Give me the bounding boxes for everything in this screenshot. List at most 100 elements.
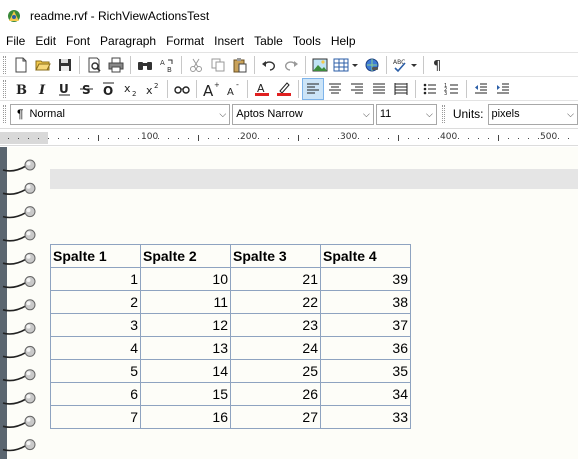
align-left-icon[interactable] xyxy=(302,77,324,100)
font-name-combo[interactable]: Aptos Narrow ⌵ xyxy=(232,103,374,125)
table-cell[interactable]: 12 xyxy=(140,313,231,337)
menu-file[interactable]: File xyxy=(0,31,30,51)
table-cell[interactable]: 14 xyxy=(140,359,231,383)
table-cell[interactable]: 33 xyxy=(320,405,411,429)
chevron-down-icon[interactable]: ⌵ xyxy=(567,109,574,120)
menu-table[interactable]: Table xyxy=(249,31,288,51)
table-cell[interactable]: 27 xyxy=(230,405,321,429)
decrease-indent-icon[interactable] xyxy=(470,78,492,100)
table-cell[interactable]: 3 xyxy=(50,313,141,337)
increase-indent-icon[interactable] xyxy=(492,78,514,100)
table-cell[interactable]: 38 xyxy=(320,290,411,314)
italic-icon[interactable]: I xyxy=(32,78,54,100)
align-justify-icon[interactable] xyxy=(368,78,390,100)
overline-icon[interactable]: O xyxy=(98,78,120,100)
toolbar-grip[interactable] xyxy=(3,79,6,98)
insert-picture-icon[interactable] xyxy=(309,54,331,76)
chevron-down-icon[interactable]: ⌵ xyxy=(219,109,226,120)
chevron-down-icon[interactable]: ⌵ xyxy=(363,109,370,120)
shaded-paragraph[interactable] xyxy=(50,169,578,189)
table-cell[interactable]: 24 xyxy=(230,336,321,360)
find-icon[interactable] xyxy=(134,54,156,76)
distribute-icon[interactable] xyxy=(390,78,412,100)
document-table[interactable]: Spalte 1 Spalte 2 Spalte 3 Spalte 4 1 10… xyxy=(50,244,411,429)
table-cell[interactable]: 35 xyxy=(320,359,411,383)
open-folder-icon[interactable] xyxy=(32,54,54,76)
spell-check-icon[interactable]: ABC xyxy=(390,54,420,76)
insert-hyperlink-icon[interactable] xyxy=(361,54,383,76)
print-preview-icon[interactable] xyxy=(83,54,105,76)
align-right-icon[interactable] xyxy=(346,78,368,100)
toolbar-separator xyxy=(415,79,416,98)
table-cell[interactable]: 39 xyxy=(320,267,411,291)
table-cell[interactable]: 1 xyxy=(50,267,141,291)
ruler-dot xyxy=(368,138,369,139)
font-size-combo[interactable]: 11 ⌵ xyxy=(375,103,437,125)
table-header-cell[interactable]: Spalte 4 xyxy=(320,244,411,268)
table-cell[interactable]: 26 xyxy=(230,382,321,406)
copy-icon[interactable] xyxy=(207,54,229,76)
paragraph-style-combo[interactable]: ¶ Normal ⌵ xyxy=(10,103,231,125)
redo-icon[interactable] xyxy=(280,54,302,76)
table-cell[interactable]: 6 xyxy=(50,382,141,406)
replace-icon[interactable]: AB xyxy=(156,54,178,76)
menu-paragraph[interactable]: Paragraph xyxy=(95,31,161,51)
show-special-characters-icon[interactable]: ¶ xyxy=(427,54,449,76)
table-cell[interactable]: 22 xyxy=(230,290,321,314)
menu-help[interactable]: Help xyxy=(326,31,361,51)
units-combo[interactable]: pixels ⌵ xyxy=(487,103,578,125)
paste-icon[interactable] xyxy=(229,54,251,76)
print-icon[interactable] xyxy=(105,54,127,76)
save-icon[interactable] xyxy=(54,54,76,76)
bullets-icon[interactable] xyxy=(419,78,441,100)
menu-insert[interactable]: Insert xyxy=(209,31,249,51)
ruler-dot xyxy=(38,138,39,139)
chevron-down-icon[interactable]: ⌵ xyxy=(426,109,433,120)
subscript-icon[interactable]: x2 xyxy=(120,78,142,100)
toolbar-grip[interactable] xyxy=(3,105,6,123)
undo-icon[interactable] xyxy=(258,54,280,76)
table-cell[interactable]: 2 xyxy=(50,290,141,314)
cut-icon[interactable] xyxy=(185,54,207,76)
document-editor[interactable]: Spalte 1 Spalte 2 Spalte 3 Spalte 4 1 10… xyxy=(0,147,578,459)
align-center-icon[interactable] xyxy=(324,78,346,100)
table-cell[interactable]: 4 xyxy=(50,336,141,360)
table-cell[interactable]: 16 xyxy=(140,405,231,429)
numbering-icon[interactable]: 123 xyxy=(441,78,463,100)
table-header-cell[interactable]: Spalte 1 xyxy=(50,244,141,268)
strikethrough-icon[interactable]: S xyxy=(76,78,98,100)
underline-icon[interactable]: U xyxy=(54,78,76,100)
hidden-text-icon[interactable] xyxy=(171,78,193,100)
insert-table-icon[interactable] xyxy=(331,54,361,76)
horizontal-ruler[interactable]: 100 200 300 400 500 xyxy=(0,128,578,146)
table-cell[interactable]: 34 xyxy=(320,382,411,406)
table-cell[interactable]: 13 xyxy=(140,336,231,360)
table-cell[interactable]: 11 xyxy=(140,290,231,314)
table-cell[interactable]: 15 xyxy=(140,382,231,406)
new-document-icon[interactable] xyxy=(10,54,32,76)
superscript-icon[interactable]: x2 xyxy=(142,78,164,100)
table-cell[interactable]: 36 xyxy=(320,336,411,360)
shrink-font-icon[interactable]: A- xyxy=(222,78,244,100)
menu-format[interactable]: Format xyxy=(161,31,209,51)
toolbar-grip[interactable] xyxy=(441,105,445,123)
table-cell[interactable]: 5 xyxy=(50,359,141,383)
table-cell[interactable]: 7 xyxy=(50,405,141,429)
grow-font-icon[interactable]: A + xyxy=(200,78,222,100)
bold-icon[interactable]: B xyxy=(10,78,32,100)
table-row: 1 10 21 39 xyxy=(50,267,411,291)
table-cell[interactable]: 23 xyxy=(230,313,321,337)
menu-edit[interactable]: Edit xyxy=(30,31,61,51)
highlight-color-icon[interactable] xyxy=(273,78,295,100)
menu-tools[interactable]: Tools xyxy=(288,31,326,51)
table-header-cell[interactable]: Spalte 3 xyxy=(230,244,321,268)
ruler-dot xyxy=(318,138,319,139)
table-cell[interactable]: 37 xyxy=(320,313,411,337)
toolbar-grip[interactable] xyxy=(3,55,6,74)
table-header-cell[interactable]: Spalte 2 xyxy=(140,244,231,268)
menu-font[interactable]: Font xyxy=(61,31,95,51)
table-cell[interactable]: 10 xyxy=(140,267,231,291)
font-color-icon[interactable]: A xyxy=(251,78,273,100)
table-cell[interactable]: 21 xyxy=(230,267,321,291)
table-cell[interactable]: 25 xyxy=(230,359,321,383)
